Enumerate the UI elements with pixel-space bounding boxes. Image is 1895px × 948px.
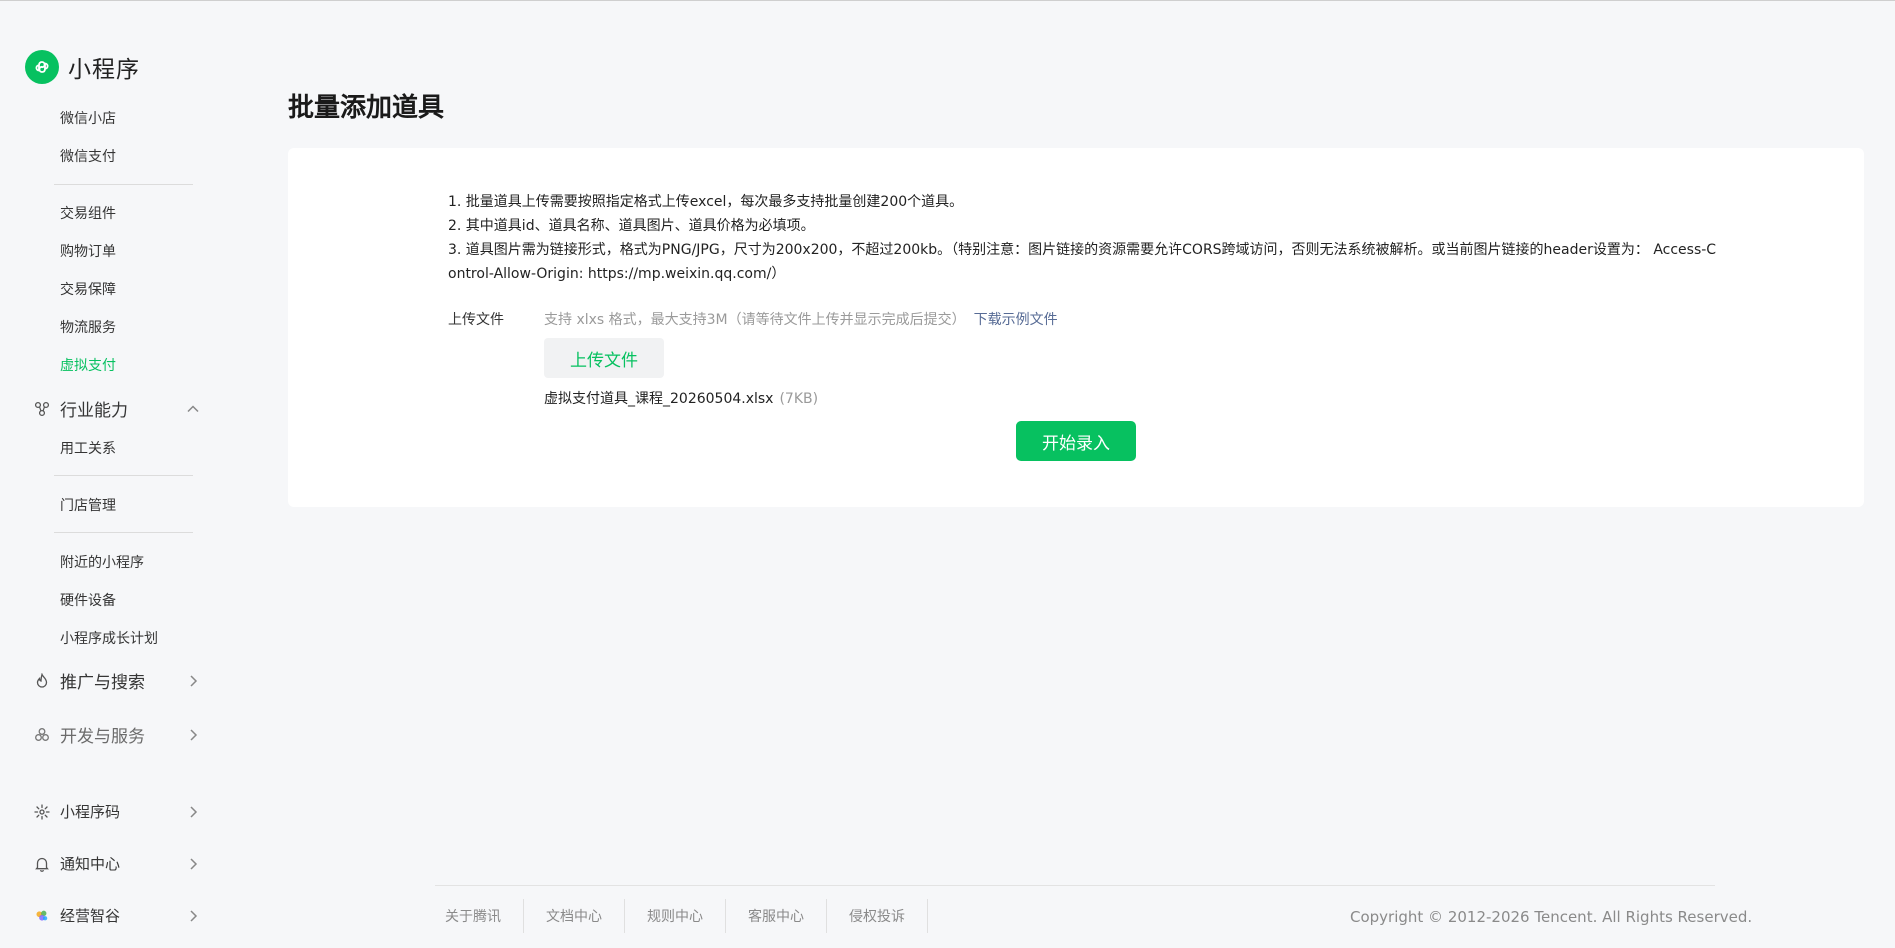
- sidebar-group-business-intelligence[interactable]: 经营智谷: [34, 905, 200, 926]
- footer-links: 关于腾讯 文档中心 规则中心 客服中心 侵权投诉: [435, 898, 940, 934]
- chevron-right-icon: [190, 909, 198, 922]
- instruction-line: 3. 道具图片需为链接形式，格式为PNG/JPG，尺寸为200x200，不超过2…: [448, 242, 1717, 282]
- footer-separator: [725, 899, 726, 933]
- sidebar-group-notifications-label: 通知中心: [60, 855, 121, 873]
- page-title: 批量添加道具: [288, 93, 445, 123]
- business-intelligence-icon: [34, 908, 50, 924]
- sidebar-item-store-management[interactable]: 门店管理: [60, 495, 116, 515]
- footer-link-about[interactable]: 关于腾讯: [435, 898, 511, 934]
- industry-icon: [34, 401, 50, 417]
- upload-hint: 支持 xlxs 格式，最大支持3M（请等待文件上传并显示完成后提交） 下载示例文件: [544, 309, 1058, 329]
- chevron-right-icon: [190, 805, 198, 818]
- footer-separator: [826, 899, 827, 933]
- instruction-line: 1. 批量道具上传需要按照指定格式上传excel，每次最多支持批量创建200个道…: [448, 194, 964, 210]
- dev-services-icon: [34, 727, 50, 743]
- sidebar-group-promotion[interactable]: 推广与搜索: [34, 668, 200, 693]
- sidebar-item-virtual-pay[interactable]: 虚拟支付: [60, 355, 116, 375]
- footer-separator: [523, 899, 524, 933]
- sidebar-item-logistics[interactable]: 物流服务: [60, 317, 116, 337]
- file-name: 虚拟支付道具_课程_20260504.xlsx: [544, 391, 774, 407]
- brand[interactable]: 小程序: [25, 50, 140, 84]
- chevron-right-icon: [190, 674, 198, 687]
- footer-divider: [435, 885, 1715, 886]
- sidebar-group-promotion-label: 推广与搜索: [60, 673, 145, 693]
- sidebar-item-trade-component[interactable]: 交易组件: [60, 203, 116, 223]
- start-import-button[interactable]: 开始录入: [1016, 421, 1136, 461]
- upload-hint-text: 支持 xlxs 格式，最大支持3M（请等待文件上传并显示完成后提交）: [544, 312, 966, 328]
- sidebar-item-nearby-mini-programs[interactable]: 附近的小程序: [60, 552, 144, 572]
- instructions: 1. 批量道具上传需要按照指定格式上传excel，每次最多支持批量创建200个道…: [448, 190, 1718, 286]
- footer-link-rules[interactable]: 规则中心: [637, 898, 713, 934]
- download-sample-link[interactable]: 下载示例文件: [974, 312, 1058, 328]
- sidebar-divider: [54, 184, 193, 185]
- sidebar-group-business-intelligence-label: 经营智谷: [60, 907, 121, 925]
- upload-file-label: 上传文件: [448, 312, 504, 328]
- sidebar-item-orders[interactable]: 购物订单: [60, 241, 116, 261]
- sidebar-group-notifications[interactable]: 通知中心: [34, 853, 200, 874]
- footer-link-support[interactable]: 客服中心: [738, 898, 814, 934]
- sidebar-item-growth-plan[interactable]: 小程序成长计划: [60, 628, 158, 648]
- batch-upload-card: 1. 批量道具上传需要按照指定格式上传excel，每次最多支持批量创建200个道…: [288, 148, 1864, 507]
- mini-program-logo-icon: [25, 50, 59, 84]
- sidebar-group-industry[interactable]: 行业能力: [34, 396, 200, 421]
- footer-link-docs[interactable]: 文档中心: [536, 898, 612, 934]
- bell-icon: [34, 856, 50, 872]
- copyright: Copyright © 2012-2026 Tencent. All Right…: [1350, 908, 1753, 926]
- sidebar: 小程序 微信小店 微信支付 交易组件 购物订单 交易保障 物流服务 虚拟支付 行…: [0, 1, 230, 948]
- instruction-line: 2. 其中道具id、道具名称、道具图片、道具价格为必填项。: [448, 218, 815, 234]
- chevron-right-icon: [190, 857, 198, 870]
- flame-icon: [34, 672, 50, 689]
- sidebar-group-mini-program-code-label: 小程序码: [60, 803, 121, 821]
- footer-separator: [927, 899, 928, 933]
- sidebar-divider: [54, 532, 193, 533]
- footer-link-infringement[interactable]: 侵权投诉: [839, 898, 915, 934]
- sidebar-group-mini-program-code[interactable]: 小程序码: [34, 801, 200, 822]
- chevron-up-icon: [187, 404, 199, 412]
- sidebar-group-dev-services-label: 开发与服务: [60, 727, 145, 747]
- chevron-right-icon: [190, 728, 198, 741]
- brand-name: 小程序: [68, 57, 140, 83]
- sidebar-item-trade-protection[interactable]: 交易保障: [60, 279, 116, 299]
- footer-separator: [624, 899, 625, 933]
- sidebar-divider: [54, 475, 193, 476]
- sidebar-item-wechat-store[interactable]: 微信小店: [60, 108, 116, 128]
- sidebar-item-wechat-pay[interactable]: 微信支付: [60, 146, 116, 166]
- qr-code-icon: [34, 803, 50, 820]
- uploaded-file: 虚拟支付道具_课程_20260504.xlsx (7KB): [544, 388, 818, 408]
- sidebar-group-industry-label: 行业能力: [60, 401, 128, 421]
- upload-file-button[interactable]: 上传文件: [544, 338, 664, 378]
- sidebar-group-dev-services[interactable]: 开发与服务: [34, 722, 200, 747]
- file-size: (7KB): [779, 391, 819, 407]
- sidebar-item-employment[interactable]: 用工关系: [60, 438, 116, 458]
- sidebar-item-hardware[interactable]: 硬件设备: [60, 590, 116, 610]
